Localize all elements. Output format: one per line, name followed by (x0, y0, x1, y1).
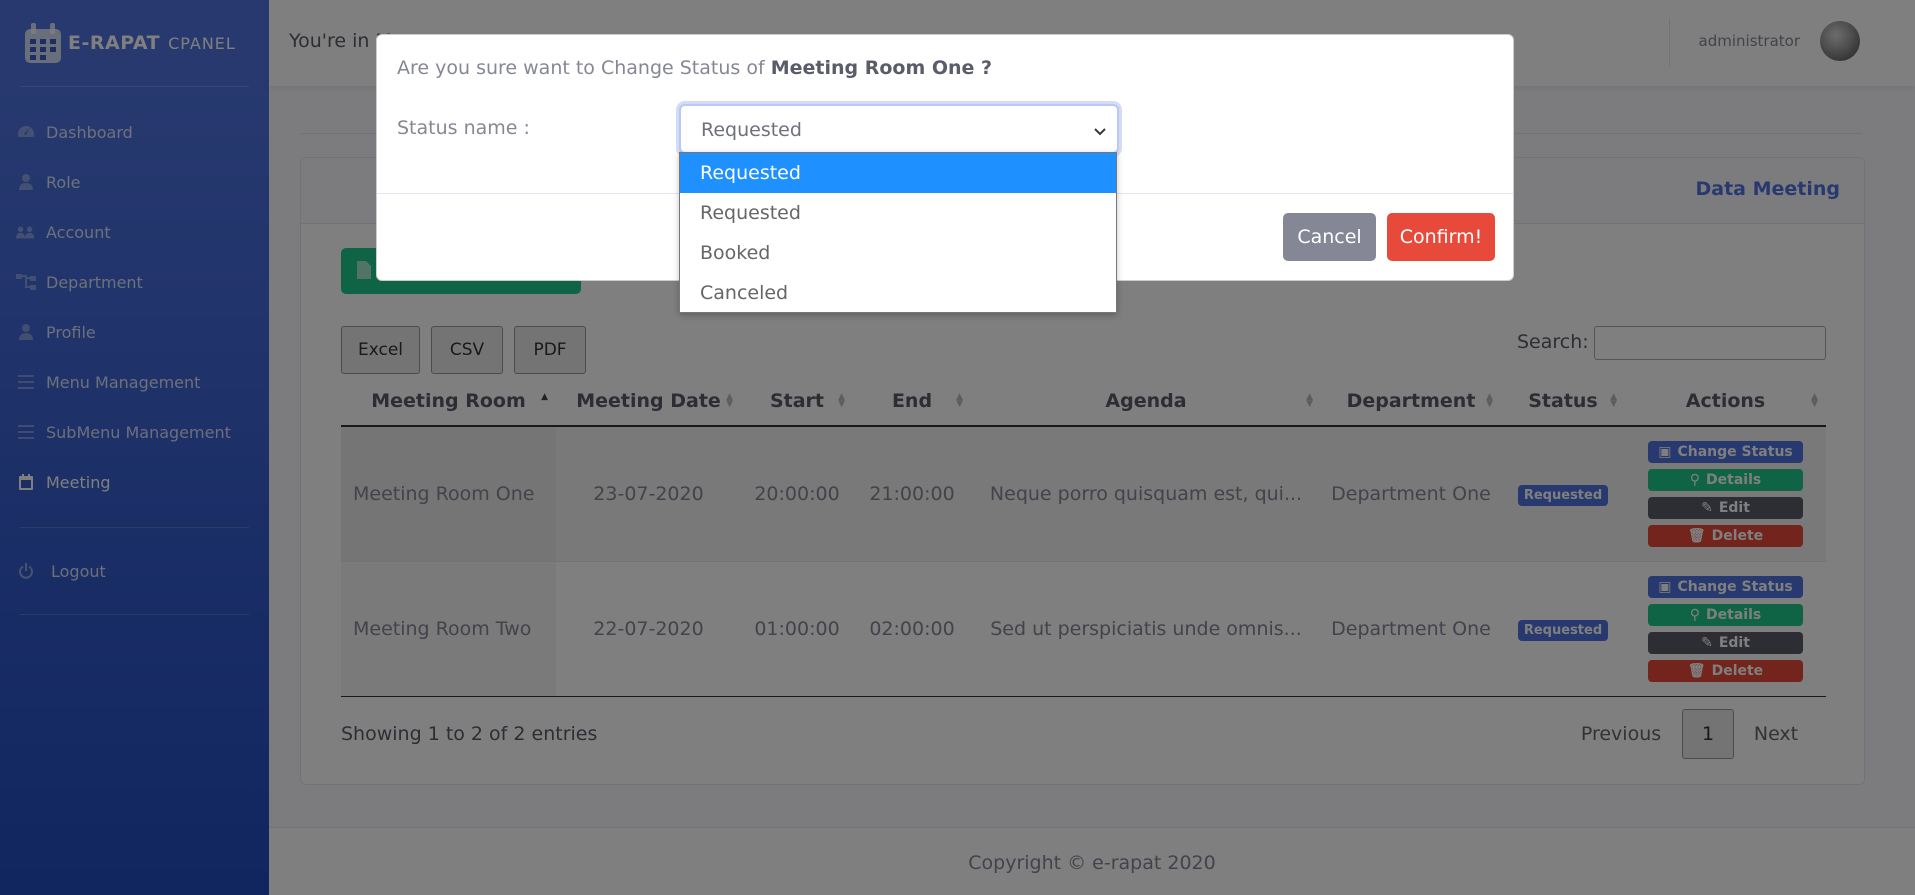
status-option-canceled[interactable]: Canceled (680, 273, 1116, 313)
chevron-down-icon (1093, 122, 1107, 141)
question-text: Are you sure want to Change Status of (397, 57, 771, 79)
status-dropdown-list: Requested Requested Booked Canceled (679, 152, 1117, 313)
status-name-label: Status name : (397, 117, 530, 139)
modal-question: Are you sure want to Change Status of Me… (397, 57, 992, 79)
status-option-booked[interactable]: Booked (680, 233, 1116, 273)
status-option-requested[interactable]: Requested (680, 193, 1116, 233)
status-select[interactable]: Requested (679, 104, 1119, 154)
question-subject: Meeting Room One ? (770, 57, 993, 79)
cancel-button[interactable]: Cancel (1283, 213, 1376, 261)
confirm-button[interactable]: Confirm! (1387, 213, 1495, 261)
status-select-value: Requested (701, 119, 802, 141)
status-option-requested[interactable]: Requested (680, 153, 1116, 193)
